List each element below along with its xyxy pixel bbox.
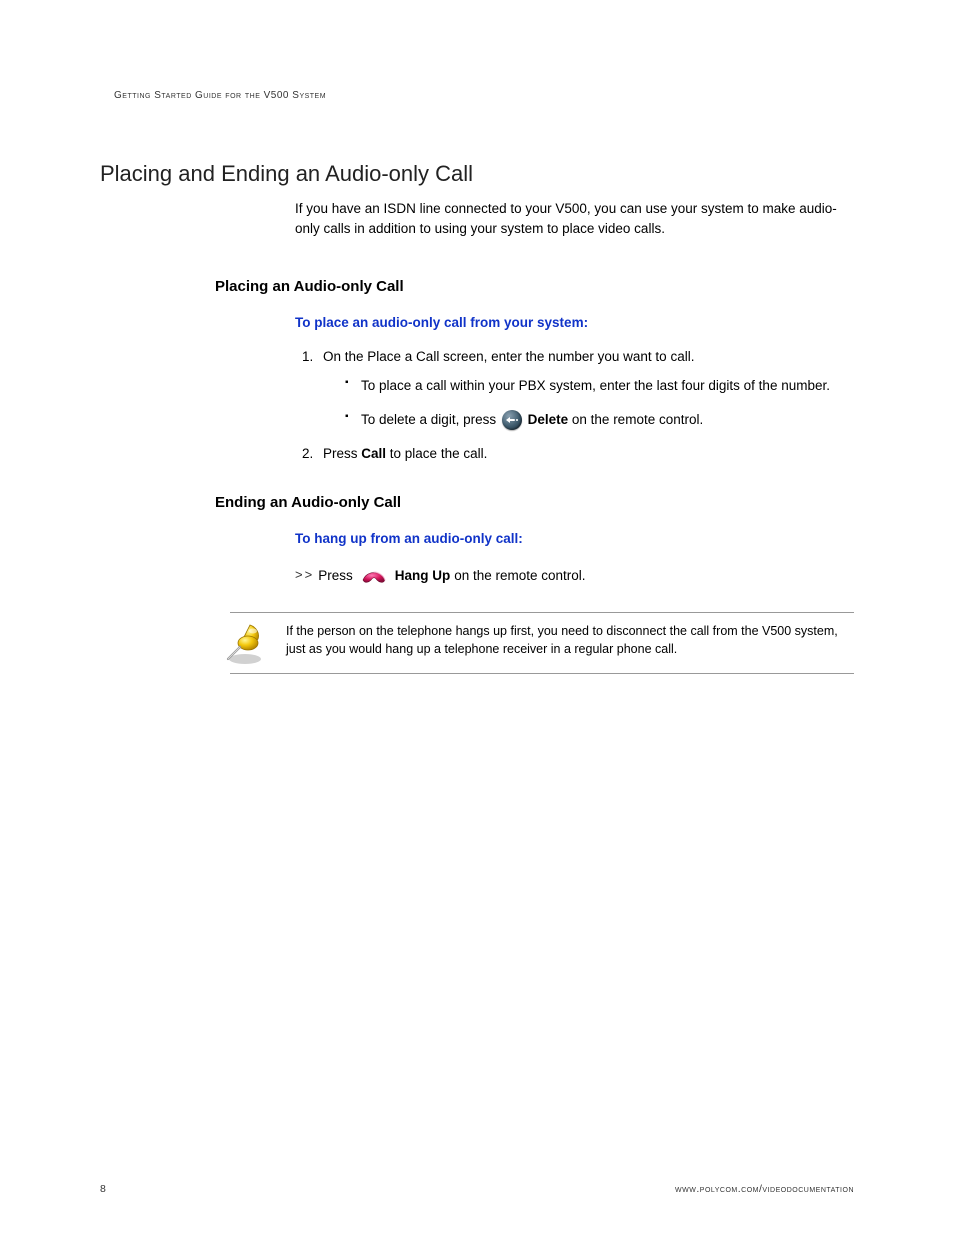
bullet-delete-post: on the remote control. xyxy=(572,412,703,427)
page-footer: 8 www.polycom.com/videodocumentation xyxy=(100,1183,854,1195)
step-1: On the Place a Call screen, enter the nu… xyxy=(317,347,854,431)
step-2: Press Call to place the call. xyxy=(317,444,854,464)
step-1-text: On the Place a Call screen, enter the nu… xyxy=(323,349,694,364)
hangup-icon xyxy=(359,562,389,588)
page-number: 8 xyxy=(100,1183,106,1195)
step-2-post: to place the call. xyxy=(386,446,487,461)
hangup-bold: Hang Up xyxy=(395,566,451,586)
intro-paragraph: If you have an ISDN line connected to yo… xyxy=(295,199,854,238)
subheading-ending: Ending an Audio-only Call xyxy=(215,494,854,511)
hangup-instruction: >> Press Hang Up on the remote co xyxy=(295,562,854,588)
subheading-placing: Placing an Audio-only Call xyxy=(215,278,854,295)
steps-list: On the Place a Call screen, enter the nu… xyxy=(295,347,854,464)
footer-url: www.polycom.com/videodocumentation xyxy=(675,1183,854,1195)
press-text: Press xyxy=(318,566,353,586)
main-heading: Placing and Ending an Audio-only Call xyxy=(100,161,854,187)
bullet-delete: To delete a digit, press Delete on the r… xyxy=(345,410,854,430)
bullet-pbx: To place a call within your PBX system, … xyxy=(345,376,854,396)
bullet-delete-bold: Delete xyxy=(528,412,569,427)
pushpin-icon xyxy=(222,621,268,665)
press-after: on the remote control. xyxy=(454,566,585,586)
step-2-bold: Call xyxy=(361,446,386,461)
procedure-heading-place: To place an audio-only call from your sy… xyxy=(295,313,854,333)
delete-button-icon xyxy=(502,410,522,430)
procedure-heading-hangup: To hang up from an audio-only call: xyxy=(295,529,854,549)
arrows-marker: >> xyxy=(295,566,314,585)
running-header: Getting Started Guide for the V500 Syste… xyxy=(100,90,854,101)
step-2-pre: Press xyxy=(323,446,361,461)
bullet-delete-pre: To delete a digit, press xyxy=(361,412,500,427)
note-block: If the person on the telephone hangs up … xyxy=(230,612,854,674)
note-text: If the person on the telephone hangs up … xyxy=(286,623,854,658)
